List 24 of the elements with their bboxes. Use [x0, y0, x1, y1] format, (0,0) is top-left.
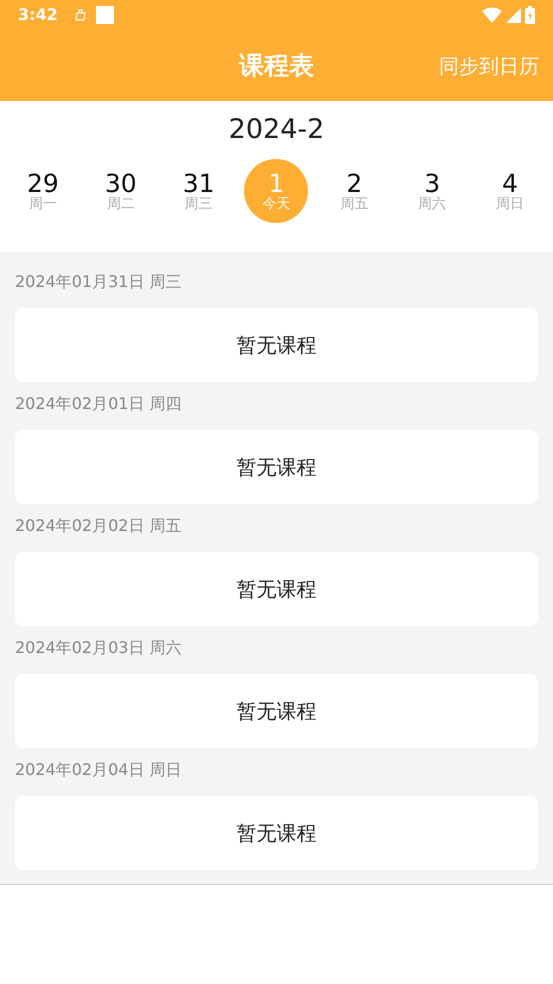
empty-schedule-card: 暂无课程: [15, 308, 538, 382]
day-cell[interactable]: 3 周六: [400, 159, 464, 223]
empty-schedule-card: 暂无课程: [15, 674, 538, 748]
signal-icon: [506, 8, 521, 22]
wifi-icon: [482, 7, 502, 23]
notification-icon: [74, 8, 88, 22]
day-cell[interactable]: 30 周二: [88, 159, 153, 223]
empty-schedule-card: 暂无课程: [15, 552, 538, 626]
app-title: 课程表: [239, 50, 314, 82]
day-cell[interactable]: 29 周一: [10, 159, 75, 223]
day-cell[interactable]: 4 周日: [478, 159, 542, 223]
date-label: 2024年02月04日 周日: [15, 760, 182, 779]
day-cell[interactable]: 2 周五: [322, 159, 386, 223]
date-label: 2024年01月31日 周三: [15, 272, 182, 291]
empty-schedule-card: 暂无课程: [15, 796, 538, 870]
square-icon: [96, 6, 114, 24]
status-time: 3:42: [18, 4, 58, 26]
date-label: 2024年02月02日 周五: [15, 516, 182, 535]
day-cell[interactable]: 31 周三: [166, 159, 231, 223]
month-title: 2024-2: [228, 112, 324, 147]
battery-icon: [525, 6, 535, 24]
date-label: 2024年02月01日 周四: [15, 394, 182, 413]
date-label: 2024年02月03日 周六: [15, 638, 182, 657]
empty-schedule-card: 暂无课程: [15, 430, 538, 504]
